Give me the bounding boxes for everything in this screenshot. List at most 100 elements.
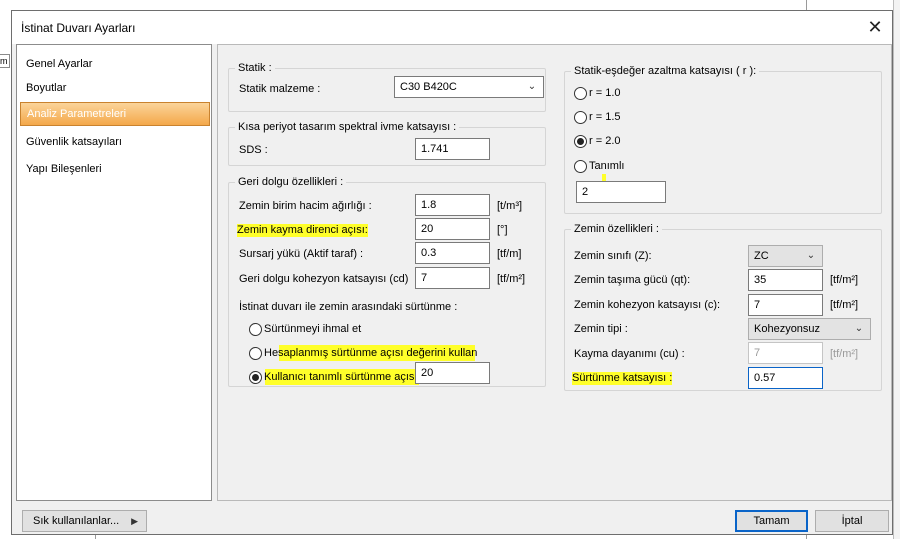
bearing-capacity-unit: [tf/m²] (830, 274, 859, 286)
friction-angle-value: 20 (421, 223, 434, 235)
reduction-factor-group: Statik-eşdeğer azaltma katsayısı ( r ): … (564, 65, 882, 214)
bearing-capacity-value: 35 (754, 274, 767, 286)
soil-type-value: Kohezyonsuz (754, 323, 821, 335)
friction-angle-input[interactable]: 20 (415, 218, 490, 240)
dialog-title: İstinat Duvarı Ayarları (21, 21, 136, 35)
soil-type-label: Zemin tipi : (574, 323, 628, 335)
spectral-group-legend: Kısa periyot tasarım spektral ivme katsa… (235, 121, 460, 133)
ok-button[interactable]: Tamam (735, 510, 808, 532)
soil-cohesion-value: 7 (754, 299, 761, 311)
sidebar-item-label: Boyutlar (26, 82, 67, 94)
soil-type-select[interactable]: Kohezyonsuz ⌄ (748, 318, 871, 340)
sidebar-item-label: Genel Ayarlar (26, 58, 93, 70)
retaining-wall-settings-dialog: İstinat Duvarı Ayarları ✕ Genel Ayarlar … (11, 10, 893, 535)
friction-angle-label: Zemin kayma direnci açısı: (237, 224, 368, 237)
sidebar-item-analysis-parameters[interactable]: Analiz Parametreleri (20, 102, 210, 126)
chevron-down-icon: ⌄ (527, 81, 537, 92)
soil-class-select[interactable]: ZC ⌄ (748, 245, 823, 267)
reduction-group-legend: Statik-eşdeğer azaltma katsayısı ( r ): (571, 65, 760, 77)
friction-coefficient-value: 0.57 (754, 372, 776, 384)
soil-cohesion-label: Zemin kohezyon katsayısı (c): (574, 299, 721, 311)
sidebar-item-general[interactable]: Genel Ayarlar (20, 53, 210, 77)
sidebar-item-label: Güvenlik katsayıları (26, 136, 122, 148)
shear-strength-label: Kayma dayanımı (cu) : (574, 348, 685, 360)
sidebar-item-dimensions[interactable]: Boyutlar (20, 77, 210, 101)
radio-ignore-friction[interactable]: Sürtünmeyi ihmal et (249, 322, 361, 338)
close-icon[interactable]: ✕ (864, 16, 886, 38)
radio-checked-icon (249, 370, 262, 384)
chevron-down-icon: ⌄ (854, 323, 864, 334)
soil-group-legend: Zemin özellikleri : (571, 223, 662, 235)
surcharge-load-label: Sursarj yükü (Aktif taraf) : (239, 248, 364, 260)
friction-coefficient-label: Sürtünme katsayısı : (572, 372, 673, 385)
radio-label: r = 1.5 (589, 111, 621, 124)
shear-strength-input: 7 (748, 342, 823, 364)
sidebar-item-structure-components[interactable]: Yapı Bileşenleri (20, 158, 210, 182)
shear-strength-unit: [tf/m²] (830, 348, 859, 360)
ok-label: Tamam (753, 515, 790, 527)
surcharge-load-input[interactable]: 0.3 (415, 242, 490, 264)
surcharge-load-value: 0.3 (421, 247, 437, 259)
bearing-capacity-label: Zemin taşıma gücü (qt): (574, 274, 691, 286)
wall-soil-friction-header: İstinat duvarı ile zemin arasındaki sürt… (239, 301, 458, 313)
chevron-down-icon: ⌄ (806, 250, 816, 261)
backfill-cohesion-unit: [tf/m²] (497, 273, 526, 285)
soil-cohesion-input[interactable]: 7 (748, 294, 823, 316)
static-group-legend: Statik : (235, 62, 275, 74)
soil-unit-weight-label: Zemin birim hacim ağırlığı : (239, 200, 372, 212)
backfill-cohesion-label: Geri dolgu kohezyon katsayısı (cd) (239, 273, 409, 285)
analysis-parameters-panel: Statik : Statik malzeme : C30 B420C ⌄ Kı… (217, 44, 892, 501)
favorites-button[interactable]: Sık kullanılanlar... ▶ (22, 510, 147, 532)
background-divider-bottom-right (806, 535, 807, 539)
favorites-label: Sık kullanılanlar... (33, 515, 120, 527)
radio-label: Tanımlı (589, 160, 625, 173)
radio-custom-r[interactable]: Tanımlı (574, 159, 624, 175)
spectral-acceleration-group: Kısa periyot tasarım spektral ivme katsa… (228, 121, 546, 166)
soil-unit-weight-input[interactable]: 1.8 (415, 194, 490, 216)
surcharge-load-unit: [tf/m] (497, 248, 522, 260)
shear-strength-value: 7 (754, 347, 761, 359)
soil-class-label: Zemin sınıfı (Z): (574, 250, 652, 262)
chevron-right-icon: ▶ (131, 516, 138, 526)
radio-r-1-5[interactable]: r = 1.5 (574, 110, 621, 126)
user-friction-angle-input[interactable]: 20 (415, 362, 490, 384)
backfill-group-legend: Geri dolgu özellikleri : (235, 176, 347, 188)
radio-circle-icon (574, 159, 587, 173)
radio-r-1-0[interactable]: r = 1.0 (574, 86, 621, 102)
radio-label: Hesaplanmış sürtünme açısı değerini kull… (264, 347, 478, 360)
radio-circle-icon (574, 110, 587, 124)
sidebar-item-safety-factors[interactable]: Güvenlik katsayıları (20, 131, 210, 155)
soil-unit-weight-value: 1.8 (421, 199, 437, 211)
radio-user-defined-friction[interactable]: Kullanıcı tanımlı sürtünme açısı : (249, 370, 424, 386)
user-friction-angle-value: 20 (421, 367, 434, 379)
custom-r-value: 2 (582, 186, 589, 198)
radio-calculated-friction[interactable]: Hesaplanmış sürtünme açısı değerini kull… (249, 346, 477, 362)
background-divider-bottom (95, 535, 96, 539)
soil-class-value: ZC (754, 250, 769, 262)
radio-circle-icon (249, 346, 262, 360)
sds-input[interactable]: 1.741 (415, 138, 490, 160)
background-window-right-edge (893, 0, 900, 539)
sidebar: Genel Ayarlar Boyutlar Analiz Parametrel… (16, 44, 212, 501)
background-divider (806, 0, 807, 10)
sds-label: SDS : (239, 144, 268, 156)
custom-r-input[interactable]: 2 (576, 181, 666, 203)
radio-label: r = 2.0 (589, 135, 621, 148)
friction-angle-unit: [°] (497, 224, 508, 236)
radio-checked-icon (574, 134, 587, 148)
background-stub-text: m (0, 56, 8, 66)
sidebar-item-label: Yapı Bileşenleri (26, 163, 102, 175)
soil-properties-group: Zemin özellikleri : Zemin sınıfı (Z): ZC… (564, 223, 882, 391)
bearing-capacity-input[interactable]: 35 (748, 269, 823, 291)
radio-label: r = 1.0 (589, 87, 621, 100)
radio-label: Sürtünmeyi ihmal et (264, 323, 362, 336)
static-material-select[interactable]: C30 B420C ⌄ (394, 76, 544, 98)
friction-coefficient-input[interactable]: 0.57 (748, 367, 823, 389)
radio-circle-icon (249, 322, 262, 336)
cancel-button[interactable]: İptal (815, 510, 889, 532)
radio-circle-icon (574, 86, 587, 100)
radio-r-2-0[interactable]: r = 2.0 (574, 134, 621, 150)
backfill-cohesion-input[interactable]: 7 (415, 267, 490, 289)
soil-cohesion-unit: [tf/m²] (830, 299, 859, 311)
background-window-edge (0, 0, 11, 539)
